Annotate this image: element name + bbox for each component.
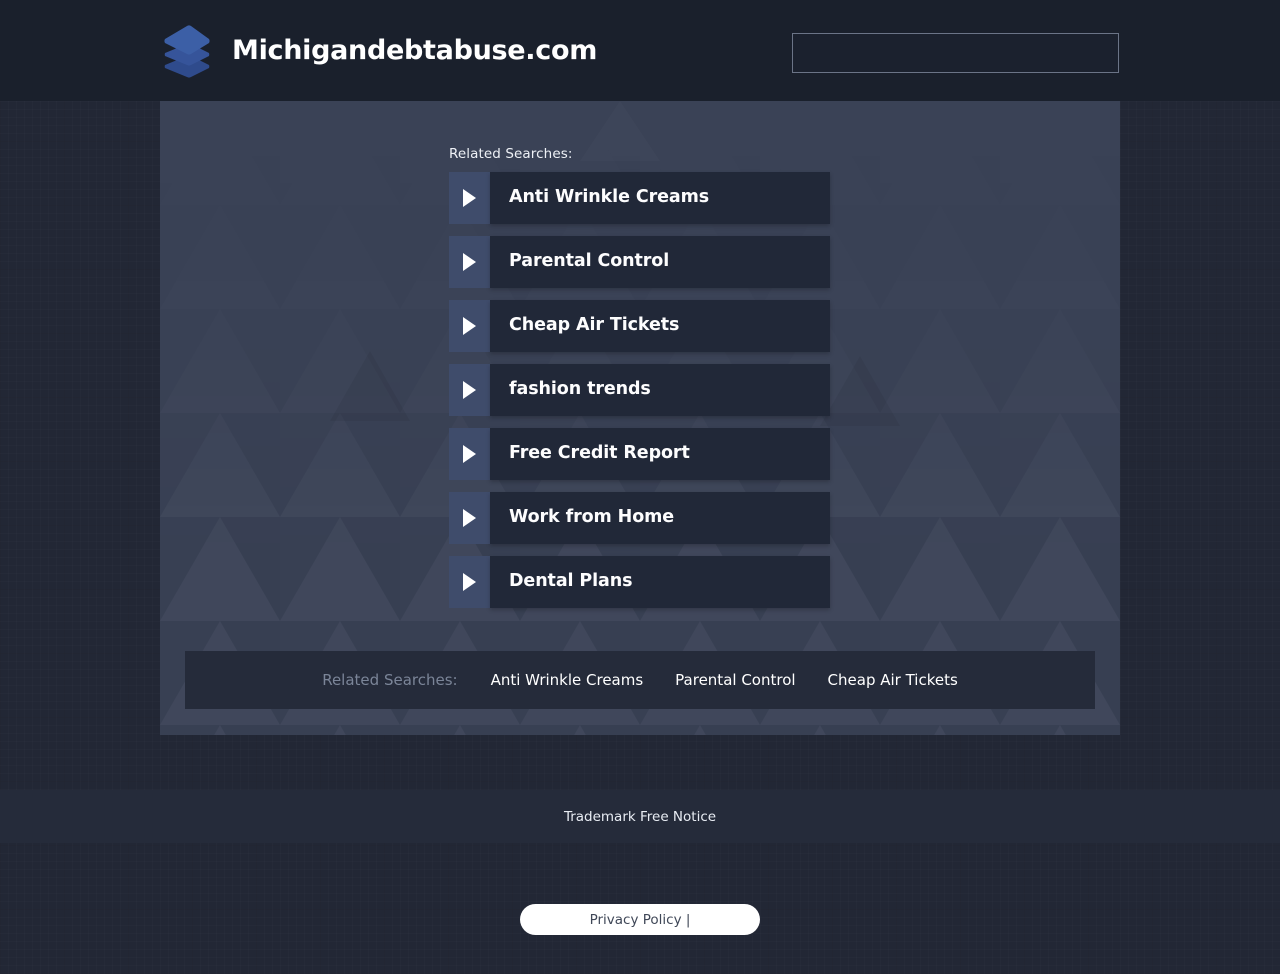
play-arrow-icon <box>449 492 490 544</box>
main-content-panel: Related Searches: Anti Wrinkle Creams Pa… <box>160 101 1120 735</box>
related-search-item-label: Work from Home <box>509 507 675 528</box>
privacy-policy-label: Privacy Policy | <box>589 911 691 928</box>
related-search-item-label: Cheap Air Tickets <box>509 315 680 336</box>
related-search-item[interactable]: Parental Control <box>449 236 830 288</box>
play-arrow-icon <box>449 364 490 416</box>
related-search-item[interactable]: Anti Wrinkle Creams <box>449 172 830 224</box>
play-arrow-icon <box>449 172 490 224</box>
related-search-item-label: Parental Control <box>509 251 670 272</box>
privacy-policy-button[interactable]: Privacy Policy | <box>520 904 760 935</box>
related-search-item-body[interactable]: Parental Control <box>490 236 830 288</box>
related-search-item-body[interactable]: Dental Plans <box>490 556 830 608</box>
footer-related-link[interactable]: Cheap Air Tickets <box>828 671 958 689</box>
related-search-item[interactable]: Work from Home <box>449 492 830 544</box>
related-search-item[interactable]: fashion trends <box>449 364 830 416</box>
brand-logo[interactable]: Michigandebtabuse.com <box>160 22 597 78</box>
related-search-item-body[interactable]: Anti Wrinkle Creams <box>490 172 830 224</box>
content-layer: Related Searches: Anti Wrinkle Creams Pa… <box>160 101 1120 735</box>
footer-related-link[interactable]: Parental Control <box>675 671 795 689</box>
footer-related-searches-bar: Related Searches: Anti Wrinkle Creams Pa… <box>185 651 1095 709</box>
related-search-item[interactable]: Free Credit Report <box>449 428 830 480</box>
stacked-layers-icon <box>160 22 214 78</box>
brand-title: Michigandebtabuse.com <box>232 34 598 66</box>
play-arrow-icon <box>449 236 490 288</box>
related-searches-label: Related Searches: <box>449 146 573 162</box>
footer-related-link[interactable]: Anti Wrinkle Creams <box>491 671 644 689</box>
related-search-item-body[interactable]: fashion trends <box>490 364 830 416</box>
related-search-item[interactable]: Dental Plans <box>449 556 830 608</box>
related-search-item-body[interactable]: Free Credit Report <box>490 428 830 480</box>
related-searches-list: Anti Wrinkle Creams Parental Control Che… <box>449 172 830 620</box>
related-search-item-label: Free Credit Report <box>509 443 690 464</box>
trademark-notice-band: Trademark Free Notice <box>0 790 1280 843</box>
related-search-item-label: Anti Wrinkle Creams <box>509 187 710 208</box>
play-arrow-icon <box>449 300 490 352</box>
related-search-item-label: fashion trends <box>509 379 651 400</box>
header-inner: Michigandebtabuse.com <box>0 0 1280 101</box>
related-search-item[interactable]: Cheap Air Tickets <box>449 300 830 352</box>
related-search-item-body[interactable]: Work from Home <box>490 492 830 544</box>
search-input[interactable] <box>792 33 1119 73</box>
search-box[interactable] <box>792 33 1119 73</box>
play-arrow-icon <box>449 556 490 608</box>
trademark-free-notice-link[interactable]: Trademark Free Notice <box>564 809 716 825</box>
footer-related-searches-label: Related Searches: <box>322 671 458 689</box>
related-search-item-body[interactable]: Cheap Air Tickets <box>490 300 830 352</box>
related-search-item-label: Dental Plans <box>509 571 633 592</box>
site-header: Michigandebtabuse.com <box>0 0 1280 101</box>
play-arrow-icon <box>449 428 490 480</box>
